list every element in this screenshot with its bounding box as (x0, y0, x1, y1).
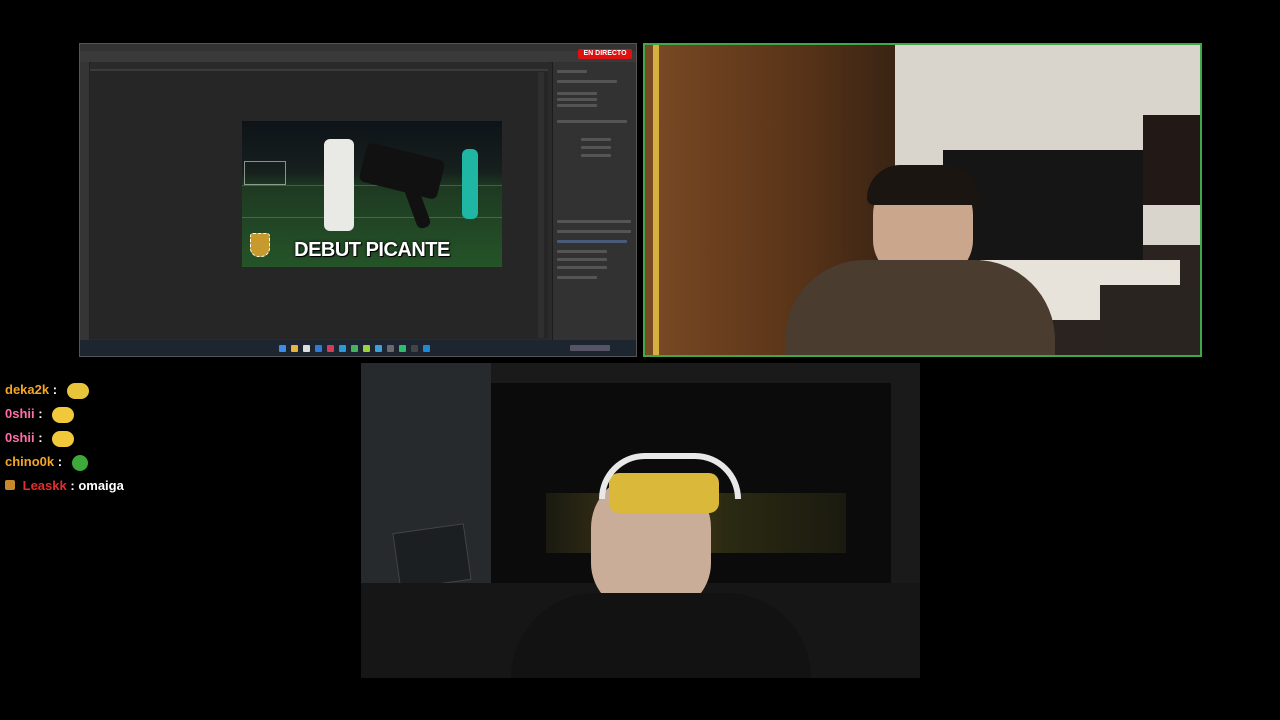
app-icon[interactable] (411, 345, 418, 352)
canvas-scrollbar[interactable] (538, 72, 544, 338)
chat-separator: : (38, 406, 43, 421)
monitor-glow (392, 523, 472, 590)
emote-icon (71, 454, 88, 471)
chat-message: Leaskk : omaiga (5, 474, 305, 498)
chat-separator: : (57, 454, 63, 469)
app-icon[interactable] (327, 345, 334, 352)
badge-icon (5, 480, 15, 490)
chat-username: deka2k (5, 382, 50, 397)
chat-separator: : (70, 478, 75, 493)
photoshop-menu-bar[interactable] (80, 44, 636, 51)
app-icon[interactable] (399, 345, 406, 352)
browser-icon[interactable] (315, 345, 322, 352)
shelf (1143, 115, 1200, 205)
chat-separator: : (38, 430, 43, 445)
app-icon[interactable] (423, 345, 430, 352)
start-icon[interactable] (279, 345, 286, 352)
chat-message: chino0k : (5, 450, 305, 474)
streamer-hair (867, 165, 979, 205)
emote-icon (52, 430, 75, 447)
chat-username: Leaskk (22, 478, 67, 493)
goal (244, 161, 286, 185)
white-headphones (599, 453, 741, 499)
live-badge: EN DIRECTO (578, 49, 632, 59)
app-icon[interactable] (375, 345, 382, 352)
photoshop-icon[interactable] (339, 345, 346, 352)
chat-text: omaiga (78, 478, 124, 493)
webcam-bottom (361, 363, 920, 678)
emote-icon (52, 406, 75, 423)
referee (462, 149, 478, 219)
chat-username: chino0k (5, 454, 55, 469)
chat-username: 0shii (5, 430, 35, 445)
windows-taskbar (80, 340, 636, 356)
streamer-shirt (785, 260, 1055, 355)
door-frame (653, 45, 659, 355)
folder-icon[interactable] (291, 345, 298, 352)
app-icon[interactable] (387, 345, 394, 352)
chair (1100, 285, 1200, 355)
chat-username: 0shii (5, 406, 35, 421)
chat-message: 0shii : (5, 402, 305, 426)
streamer-hoodie (511, 593, 811, 678)
document-tab[interactable] (90, 62, 550, 69)
app-icon[interactable] (303, 345, 310, 352)
emote-icon (66, 382, 89, 399)
meme-caption: DEBUT PICANTE (294, 239, 450, 261)
chat-overlay: deka2k : 0shii : 0shii : chino0k : Leask… (5, 378, 305, 498)
screen-share-panel: DEBUT PICANTE EN DIRECTO (79, 43, 637, 357)
photoshop-side-panels[interactable] (552, 62, 636, 340)
television (943, 150, 1143, 270)
system-tray[interactable] (570, 345, 610, 351)
photoshop-toolbar[interactable] (80, 62, 90, 340)
chat-message: 0shii : (5, 426, 305, 450)
webcam-top-right (643, 43, 1202, 357)
chat-separator: : (52, 382, 58, 397)
app-icon[interactable] (363, 345, 370, 352)
player-black (358, 141, 446, 201)
app-icon[interactable] (351, 345, 358, 352)
player-white (324, 139, 354, 231)
meme-image: DEBUT PICANTE (242, 121, 502, 267)
chat-message: deka2k : (5, 378, 305, 402)
